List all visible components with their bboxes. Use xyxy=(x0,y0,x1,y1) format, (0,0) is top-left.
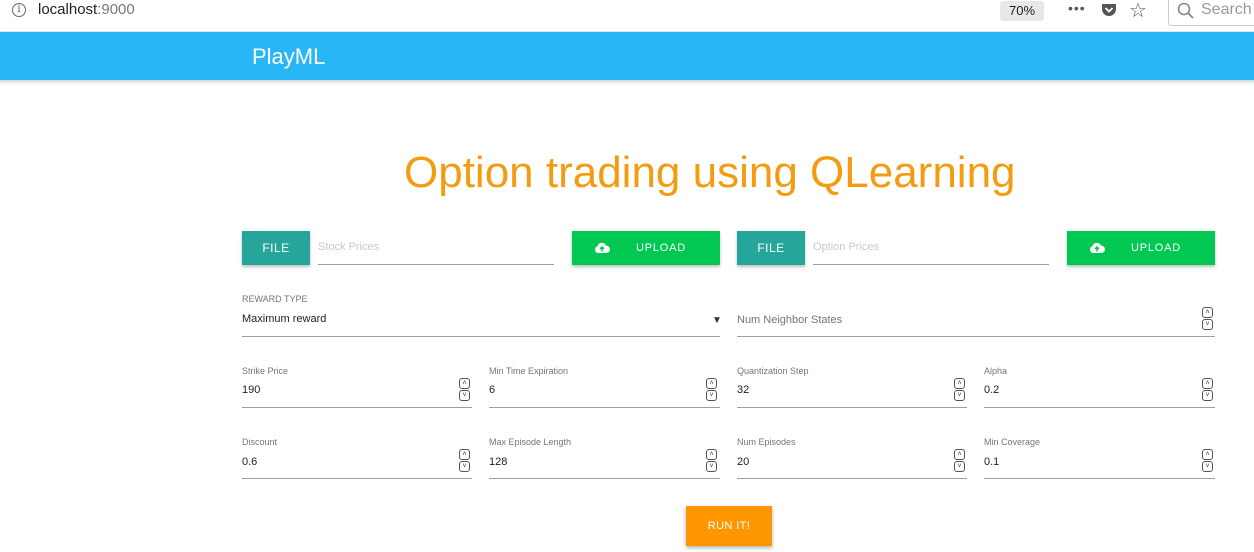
strike-price-label: Strike Price xyxy=(242,366,289,376)
quantization-step-label: Quantization Step xyxy=(737,366,809,376)
chevron-down-icon[interactable]: ˅ xyxy=(459,461,470,472)
chevron-down-icon[interactable]: ˅ xyxy=(1202,461,1213,472)
chevron-down-icon[interactable]: ˅ xyxy=(706,390,717,401)
chevron-up-icon[interactable]: ˄ xyxy=(706,449,717,460)
url-host: localhost xyxy=(38,1,98,18)
reward-type-underline xyxy=(242,336,720,337)
stock-prices-path-input[interactable]: Stock Prices xyxy=(318,231,554,265)
dropdown-caret-icon: ▼ xyxy=(712,315,722,326)
quantization-step-underline xyxy=(737,407,967,408)
app-header xyxy=(0,32,1254,80)
num-episodes-label: Num Episodes xyxy=(737,437,796,447)
info-icon[interactable]: i xyxy=(12,3,26,17)
option-prices-path-input[interactable]: Option Prices xyxy=(813,231,1049,265)
strike-price-underline xyxy=(242,407,472,408)
alpha-underline xyxy=(984,407,1215,408)
chevron-up-icon[interactable]: ˄ xyxy=(459,378,470,389)
min-coverage-input[interactable]: 0.1 xyxy=(984,456,999,468)
min-coverage-underline xyxy=(984,478,1215,479)
chevron-down-icon[interactable]: ˅ xyxy=(459,390,470,401)
number-spinner[interactable]: ˄ ˅ xyxy=(1202,307,1213,331)
num-neighbor-states-underline xyxy=(737,336,1215,337)
url-bar[interactable]: i localhost:9000 70% ••• ☆ xyxy=(0,0,1158,26)
app-header-shadow xyxy=(0,80,1254,86)
run-button[interactable]: RUN IT! xyxy=(686,506,772,546)
pocket-icon[interactable] xyxy=(1100,2,1118,18)
search-icon xyxy=(1177,2,1194,19)
reward-type-value: Maximum reward xyxy=(242,313,327,325)
bookmark-star-icon[interactable]: ☆ xyxy=(1129,0,1147,23)
discount-underline xyxy=(242,478,472,479)
number-spinner[interactable]: ˄ ˅ xyxy=(1202,378,1213,402)
stock-upload-label: UPLOAD xyxy=(636,242,687,254)
url-text[interactable]: localhost:9000 xyxy=(38,1,135,18)
option-upload-button[interactable]: UPLOAD xyxy=(1067,231,1215,265)
discount-input[interactable]: 0.6 xyxy=(242,456,257,468)
chevron-up-icon[interactable]: ˄ xyxy=(954,378,965,389)
min-time-expiration-input[interactable]: 6 xyxy=(489,384,495,396)
number-spinner[interactable]: ˄ ˅ xyxy=(1202,449,1213,473)
discount-label: Discount xyxy=(242,437,278,447)
chevron-up-icon[interactable]: ˄ xyxy=(954,449,965,460)
num-neighbor-states-placeholder: Num Neighbor States xyxy=(737,314,843,326)
option-file-button[interactable]: FILE xyxy=(737,231,805,265)
quantization-step-input[interactable]: 32 xyxy=(737,384,749,396)
chevron-up-icon[interactable]: ˄ xyxy=(459,449,470,460)
chevron-down-icon[interactable]: ˅ xyxy=(706,461,717,472)
num-episodes-input[interactable]: 20 xyxy=(737,456,749,468)
chevron-up-icon[interactable]: ˄ xyxy=(1202,449,1213,460)
number-spinner[interactable]: ˄ ˅ xyxy=(706,378,717,402)
reward-type-label: REWARD TYPE xyxy=(242,294,308,304)
alpha-input[interactable]: 0.2 xyxy=(984,384,999,396)
cloud-upload-icon xyxy=(1090,242,1105,253)
search-placeholder: Search xyxy=(1201,1,1252,18)
page-title: Option trading using QLearning xyxy=(404,148,1016,197)
cloud-upload-icon xyxy=(595,242,610,253)
chevron-up-icon[interactable]: ˄ xyxy=(1202,378,1213,389)
browser-toolbar: i localhost:9000 70% ••• ☆ Search xyxy=(0,0,1254,32)
max-episode-length-label: Max Episode Length xyxy=(489,437,572,447)
max-episode-length-underline xyxy=(489,478,720,479)
brand-logo[interactable]: PlayML xyxy=(252,44,325,70)
zoom-indicator[interactable]: 70% xyxy=(1000,1,1044,21)
number-spinner[interactable]: ˄ ˅ xyxy=(954,449,965,473)
stock-prices-placeholder: Stock Prices xyxy=(318,241,380,253)
min-time-expiration-underline xyxy=(489,407,720,408)
option-upload-label: UPLOAD xyxy=(1131,242,1182,254)
search-input[interactable]: Search xyxy=(1168,0,1254,26)
chevron-down-icon[interactable]: ˅ xyxy=(1202,390,1213,401)
num-episodes-underline xyxy=(737,478,967,479)
chevron-up-icon[interactable]: ˄ xyxy=(1202,307,1213,318)
chevron-down-icon[interactable]: ˅ xyxy=(1202,319,1213,330)
strike-price-input[interactable]: 190 xyxy=(242,384,260,396)
chevron-down-icon[interactable]: ˅ xyxy=(954,461,965,472)
stock-upload-button[interactable]: UPLOAD xyxy=(572,231,720,265)
max-episode-length-input[interactable]: 128 xyxy=(489,456,507,468)
option-prices-placeholder: Option Prices xyxy=(813,241,880,253)
alpha-label: Alpha xyxy=(984,366,1008,376)
number-spinner[interactable]: ˄ ˅ xyxy=(459,378,470,402)
number-spinner[interactable]: ˄ ˅ xyxy=(954,378,965,402)
min-coverage-label: Min Coverage xyxy=(984,437,1041,447)
stock-file-button[interactable]: FILE xyxy=(242,231,310,265)
min-time-expiration-label: Min Time Expiration xyxy=(489,366,569,376)
chevron-up-icon[interactable]: ˄ xyxy=(706,378,717,389)
page-actions-menu-icon[interactable]: ••• xyxy=(1068,0,1086,16)
number-spinner[interactable]: ˄ ˅ xyxy=(459,449,470,473)
chevron-down-icon[interactable]: ˅ xyxy=(954,390,965,401)
url-port: :9000 xyxy=(97,1,135,18)
number-spinner[interactable]: ˄ ˅ xyxy=(706,449,717,473)
